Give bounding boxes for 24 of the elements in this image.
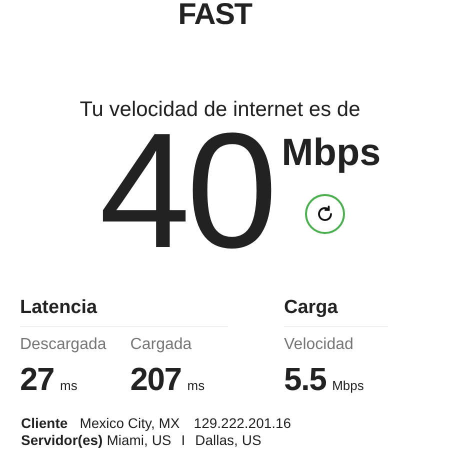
servers-label: Servidor(es) bbox=[21, 432, 103, 449]
server-location: Miami, US bbox=[106, 432, 172, 449]
speed-heading: Tu velocidad de internet es de bbox=[78, 99, 362, 120]
section-title: Carga bbox=[284, 298, 388, 327]
stat-value: 5.5 bbox=[284, 363, 326, 395]
refresh-button[interactable] bbox=[305, 194, 346, 234]
stat-unit: ms bbox=[187, 379, 205, 392]
stat-unit: ms bbox=[60, 379, 78, 392]
stat-value: 27 bbox=[20, 363, 54, 395]
stat-label: Cargada bbox=[130, 337, 193, 353]
client-ip: 129.222.201.16 bbox=[194, 415, 292, 432]
logo: FAST bbox=[178, 0, 252, 30]
client-location: Mexico City, MX bbox=[80, 415, 180, 432]
stat-unit: Mbps bbox=[332, 379, 364, 392]
server-location: Dallas, US bbox=[195, 432, 262, 449]
speed-value: 40 bbox=[99, 126, 274, 256]
client-label: Cliente bbox=[21, 415, 68, 432]
stat-label: Descargada bbox=[20, 337, 106, 353]
separator: I bbox=[181, 432, 186, 449]
stat-label: Velocidad bbox=[284, 337, 354, 353]
stat-value: 207 bbox=[130, 363, 182, 395]
refresh-icon bbox=[316, 205, 334, 223]
section-title: Latencia bbox=[20, 298, 228, 327]
speed-unit: Mbps bbox=[282, 134, 381, 172]
